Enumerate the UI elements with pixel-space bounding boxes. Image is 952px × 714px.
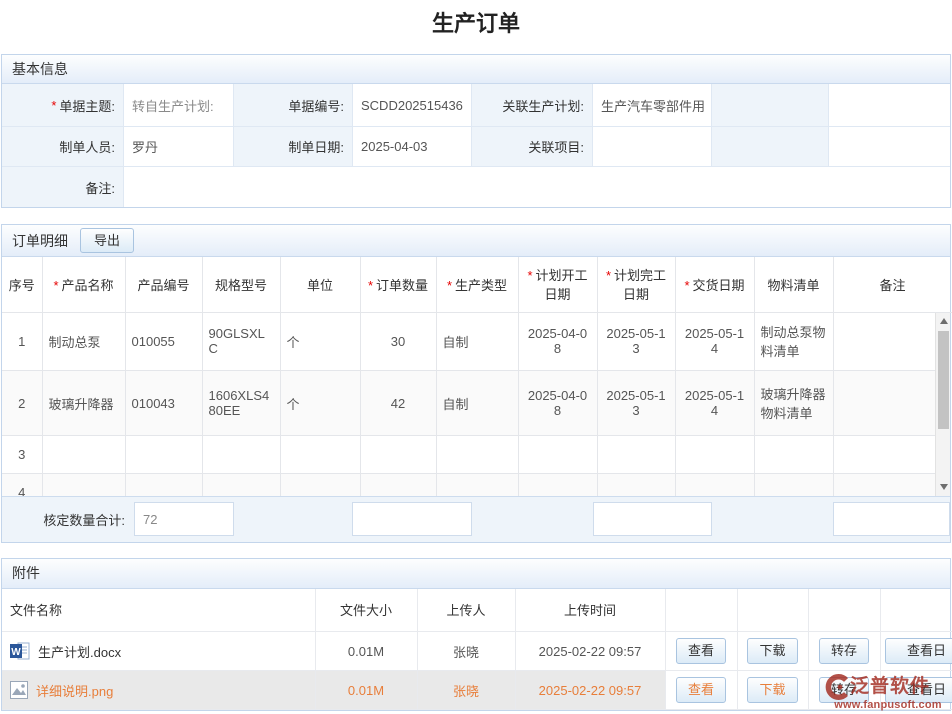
col-product-code: 产品编号 [125,257,202,312]
col-spec: 规格型号 [202,257,280,312]
file-name-link[interactable]: 详细说明.png [36,681,113,700]
vertical-scrollbar[interactable] [935,313,950,496]
subject-value: 转自生产计划: [124,84,234,127]
uploader: 张晓 [417,671,515,710]
save-as-button[interactable]: 转存 [819,638,869,664]
total-row: 核定数量合计: 72 [2,496,950,542]
approved-qty-total-value: 72 [134,502,234,536]
col-plan-start: *计划开工日期 [518,257,597,312]
spare-value-cell-2 [829,127,950,167]
col-qty: *订单数量 [360,257,436,312]
table-row: 4 [2,474,935,496]
basic-info-grid: *单据主题: 转自生产计划: 单据编号: SCDD202515436 关联生产计… [2,84,950,207]
export-button[interactable]: 导出 [80,228,134,254]
page-title: 生产订单 [0,0,952,38]
basic-info-header: 基本信息 [2,55,950,84]
required-asterisk: * [606,268,611,283]
col-unit: 单位 [280,257,360,312]
make-date-value: 2025-04-03 [353,127,472,167]
image-icon [10,681,28,699]
view-button[interactable]: 查看 [676,677,726,703]
col-remark: 备注 [833,257,952,312]
col-file-size: 文件大小 [315,589,417,632]
col-prod-type: *生产类型 [436,257,518,312]
upload-time: 2025-02-22 09:57 [515,632,665,671]
attachment-row: W 生产计划.docx 0.01M 张晓 2025-02-22 09:57 查看… [2,632,952,671]
scroll-down-button[interactable] [936,480,951,495]
arrow-down-icon [940,484,948,490]
required-asterisk: * [53,278,58,293]
download-button[interactable]: 下载 [747,638,797,664]
table-row: 1 制动总泵 010055 90GLSXLC 个 30 自制 2025-04-0… [2,313,935,371]
arrow-up-icon [940,318,948,324]
total-spare-box-1 [352,502,472,536]
svg-text:W: W [11,647,21,658]
download-button[interactable]: 下载 [747,677,797,703]
view-log-button[interactable]: 查看日 [885,638,952,664]
related-plan-value: 生产汽车零部件用 [593,84,712,127]
col-uploader: 上传人 [417,589,515,632]
col-bom: 物料清单 [754,257,833,312]
uploader: 张晓 [417,632,515,671]
file-name-link[interactable]: 生产计划.docx [38,642,121,661]
approved-qty-total-label: 核定数量合计: [2,510,125,529]
make-date-label: 制单日期: [234,127,353,167]
scroll-up-button[interactable] [936,314,951,329]
order-no-label: 单据编号: [234,84,353,127]
file-size: 0.01M [315,671,417,710]
file-name-cell: 详细说明.png [2,671,315,710]
total-spare-box-2 [593,502,712,536]
attachments-section: 附件 文件名称 文件大小 上传人 上传时间 [1,558,951,712]
col-plan-finish: *计划完工日期 [597,257,675,312]
spare-value-cell-1 [829,84,950,127]
attachments-header: 附件 [2,559,950,589]
col-action-1 [665,589,737,632]
required-asterisk: * [51,98,56,113]
upload-time: 2025-02-22 09:57 [515,671,665,710]
total-spare-box-3 [833,502,950,536]
order-detail-table-header: 序号 *产品名称 产品编号 规格型号 单位 *订单数量 *生产类型 *计划开工日… [2,257,952,313]
attachment-row: 详细说明.png 0.01M 张晓 2025-02-22 09:57 查看 下载… [2,671,952,710]
col-action-3 [808,589,880,632]
basic-info-section: 基本信息 *单据主题: 转自生产计划: 单据编号: SCDD202515436 … [1,54,951,208]
table-row: 3 [2,436,935,474]
table-row: 2 玻璃升降器 010043 1606XLS480EE 个 42 自制 2025… [2,371,935,436]
order-detail-title: 订单明细 [12,231,68,251]
required-asterisk: * [684,278,689,293]
remark-value [124,167,950,207]
required-asterisk: * [527,268,532,283]
attachments-header-row: 文件名称 文件大小 上传人 上传时间 [2,589,952,632]
attachments-table: 文件名称 文件大小 上传人 上传时间 W [2,589,952,711]
required-asterisk: * [368,278,373,293]
spare-label-cell-1 [712,84,829,127]
col-delivery: *交货日期 [675,257,754,312]
col-action-2 [737,589,808,632]
subject-label: *单据主题: [2,84,124,127]
col-product-name: *产品名称 [42,257,125,312]
col-action-4 [880,589,952,632]
col-upload-time: 上传时间 [515,589,665,632]
remark-label: 备注: [2,167,124,207]
related-plan-label: 关联生产计划: [472,84,593,127]
related-project-value [593,127,712,167]
file-name-cell: W 生产计划.docx [2,632,315,671]
col-seq: 序号 [2,257,42,312]
order-detail-body: 1 制动总泵 010055 90GLSXLC 个 30 自制 2025-04-0… [2,313,935,496]
spare-label-cell-2 [712,127,829,167]
word-icon: W [10,642,30,660]
order-detail-header: 订单明细 导出 [2,225,950,257]
related-project-label: 关联项目: [472,127,593,167]
maker-value: 罗丹 [124,127,234,167]
required-asterisk: * [447,278,452,293]
scrollbar-thumb[interactable] [938,331,949,429]
view-button[interactable]: 查看 [676,638,726,664]
order-detail-section: 订单明细 导出 序号 *产品名称 产品编号 规格型号 单位 *订单数量 *生产类… [1,224,951,543]
col-file-name: 文件名称 [2,589,315,632]
order-no-value: SCDD202515436 [353,84,472,127]
file-size: 0.01M [315,632,417,671]
save-as-button[interactable]: 转存 [819,677,869,703]
maker-label: 制单人员: [2,127,124,167]
view-log-button[interactable]: 查看日 [885,677,952,703]
